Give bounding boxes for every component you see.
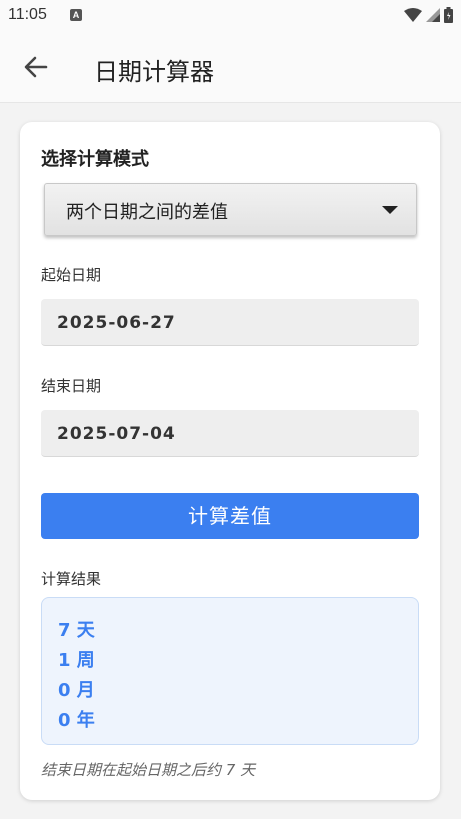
signal-icon bbox=[426, 8, 440, 22]
result-note: 结束日期在起始日期之后约 7 天 bbox=[41, 761, 256, 779]
status-bar: 11:05 A bbox=[0, 0, 461, 30]
status-time: 11:05 bbox=[8, 6, 47, 23]
mode-selected-value: 两个日期之间的差值 bbox=[66, 202, 228, 223]
system-icons bbox=[404, 7, 453, 23]
mode-dropdown[interactable]: 两个日期之间的差值 bbox=[44, 183, 417, 236]
chevron-down-icon bbox=[382, 206, 398, 214]
result-box: 7 天 1 周 0 月 0 年 bbox=[41, 597, 419, 745]
app-bar: 日期计算器 bbox=[0, 30, 461, 103]
wifi-icon bbox=[404, 8, 422, 22]
end-date-field[interactable]: 2025-07-04 bbox=[41, 410, 419, 457]
arrow-left-icon bbox=[24, 56, 48, 78]
battery-icon bbox=[444, 7, 453, 23]
back-button[interactable] bbox=[22, 54, 50, 80]
result-days: 7 天 bbox=[58, 620, 95, 641]
start-date-field[interactable]: 2025-06-27 bbox=[41, 299, 419, 346]
end-date-label: 结束日期 bbox=[41, 377, 102, 395]
mode-label: 选择计算模式 bbox=[41, 149, 149, 170]
result-months: 0 月 bbox=[58, 680, 95, 701]
a-letter-icon: A bbox=[70, 9, 82, 21]
start-date-label: 起始日期 bbox=[41, 266, 102, 284]
calculate-button[interactable]: 计算差值 bbox=[41, 493, 419, 539]
result-label: 计算结果 bbox=[41, 570, 102, 588]
page-title: 日期计算器 bbox=[94, 58, 214, 86]
result-weeks: 1 周 bbox=[58, 650, 95, 671]
result-years: 0 年 bbox=[58, 710, 95, 731]
